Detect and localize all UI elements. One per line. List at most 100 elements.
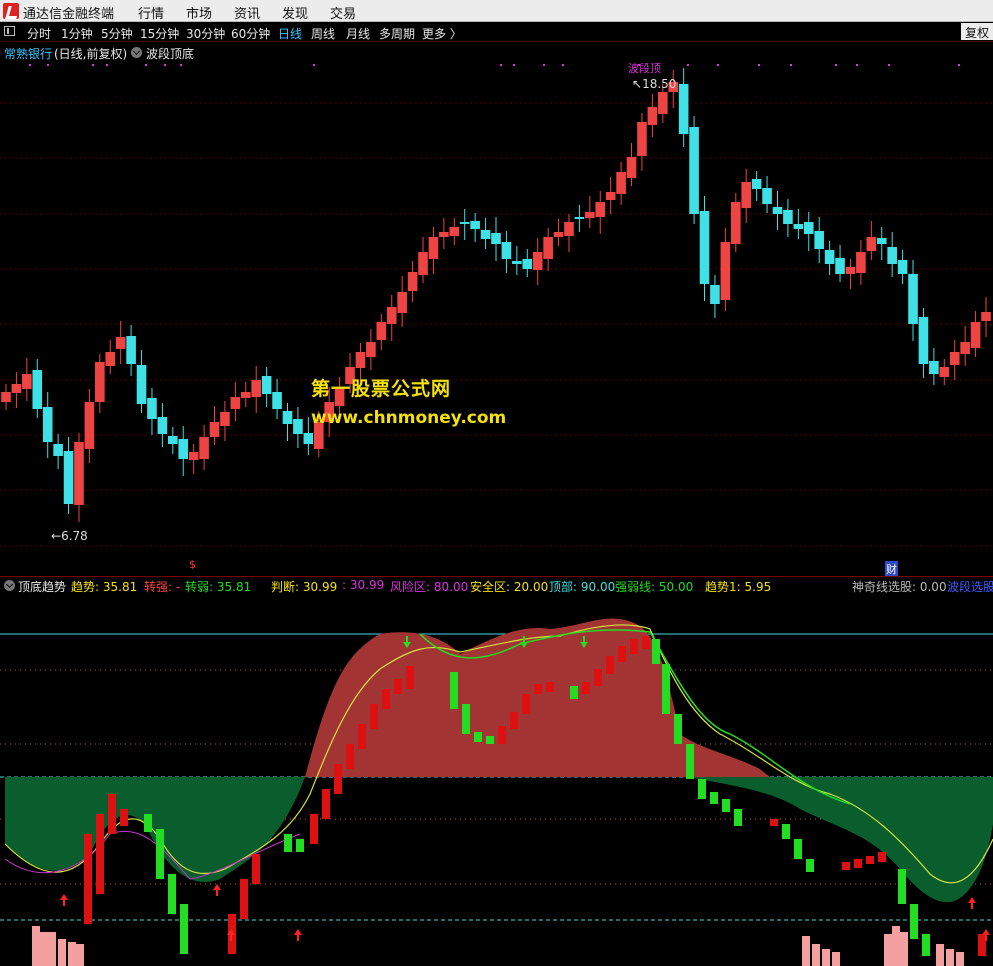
volume-bar [822,949,830,966]
step-candle [652,639,660,664]
candle-body [53,444,63,456]
period-more[interactable]: 更多 〉 [422,25,462,42]
step-candle [144,814,152,832]
restore-button[interactable]: 复权 [960,23,993,40]
safe-zone-fill [690,777,993,903]
indicator-chart[interactable] [0,594,993,966]
volume-bar [956,952,964,966]
high-price-label: ↖18.50 [632,77,677,91]
step-candle [642,636,650,649]
candle-body [209,422,220,437]
candle-body [418,252,428,275]
candle-body [887,247,897,264]
candle-body [355,352,366,368]
indicator-trend: 趋势: 35.81 [71,580,138,594]
candle-body [949,352,960,365]
volume-bar [936,944,944,966]
step-candle [474,732,482,742]
candle-body [147,398,157,419]
menu-quotes[interactable]: 行情 [138,3,164,22]
candle-body [386,307,397,324]
candle-body [84,402,95,449]
period-monthly[interactable]: 月线 [346,25,370,42]
signal-dot [790,64,792,66]
s-marker: $ [189,558,196,571]
volume-bar [32,926,40,966]
indicator-strength-line: 强弱线: 50.00 [615,580,694,594]
candle-body [647,107,658,125]
candle-body [699,211,710,284]
candle-body [543,237,553,259]
candle-body [605,192,616,200]
period-5min[interactable]: 5分钟 [101,25,133,42]
volume-bar [892,926,900,966]
candle-body [501,242,512,259]
candlestick-chart[interactable] [0,62,993,576]
signal-dot [47,64,49,66]
step-candle [606,656,614,674]
step-candle [594,669,602,686]
volume-bar [900,932,908,966]
formula-dropdown-icon[interactable] [131,47,142,58]
candle-body [532,252,543,270]
period-daily[interactable]: 日线 [278,25,302,42]
candle-body [762,188,772,204]
formula-name[interactable]: 波段顶底 [146,45,194,62]
candle-body [1,392,11,402]
period-1min[interactable]: 1分钟 [61,25,93,42]
menu-discover[interactable]: 发现 [282,3,308,22]
step-candle [406,666,414,689]
step-candle [498,726,506,744]
app-logo-icon [3,3,19,19]
indicator-name[interactable]: 顶底趋势 [18,578,66,595]
candle-body [658,92,668,114]
candle-body [929,361,939,374]
candle-body [397,292,407,313]
candle-body [439,232,449,237]
candle-body [908,274,918,324]
candle-body [574,217,585,219]
menu-news[interactable]: 资讯 [234,3,260,22]
sidebar-toggle-icon[interactable] [4,26,15,36]
signal-dot [500,64,502,66]
candle-body [105,352,116,366]
candle-body [626,157,637,178]
step-candle [450,672,458,709]
high-price-value: 18.50 [642,77,677,91]
period-timeshare[interactable]: 分时 [27,25,51,42]
candle-body [741,182,752,208]
candle-body [449,227,460,236]
indicator-turn-weak: 转弱: 35.81 [185,580,252,594]
period-multi[interactable]: 多周期 [379,25,415,42]
step-candle [582,682,590,694]
menu-trade[interactable]: 交易 [330,3,356,22]
step-candle [156,829,164,879]
candle-body [751,179,762,189]
step-candle [462,704,470,734]
menu-market[interactable]: 市场 [186,3,212,22]
indicator-judge-2: : 30.99 [342,578,385,592]
indicator-dropdown-icon[interactable] [4,580,15,591]
app-title: 通达信金融终端 [23,7,115,22]
step-candle [770,819,778,826]
period-weekly[interactable]: 周线 [311,25,335,42]
period-15min[interactable]: 15分钟 [140,25,179,42]
period-toolbar: 分时 1分钟 5分钟 15分钟 30分钟 60分钟 日线 周线 月线 多周期 更… [0,22,993,42]
candle-body [689,127,699,214]
buy-arrow-icon [213,884,221,896]
step-candle [854,859,862,868]
signal-dot [758,64,760,66]
candle-body [814,231,824,249]
candle-body [845,267,856,274]
volume-bar [802,936,810,966]
period-60min[interactable]: 60分钟 [231,25,270,42]
step-candle [722,799,730,812]
candle-body [136,365,147,404]
candle-body [897,260,908,274]
volume-bar [58,939,66,966]
step-candle [570,686,578,699]
candle-body [793,224,804,229]
period-30min[interactable]: 30分钟 [186,25,225,42]
candle-body [512,261,522,264]
menu-bar: 通达信金融终端 行情 市场 资讯 发现 交易 [0,0,993,22]
